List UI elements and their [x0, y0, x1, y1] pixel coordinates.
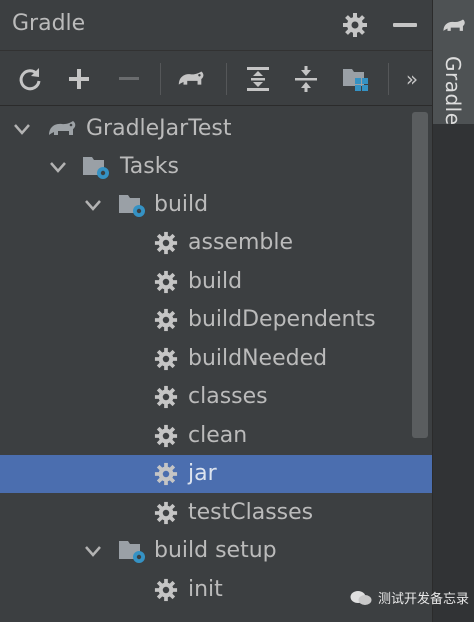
watermark: 测试开发备忘录	[350, 588, 469, 607]
folder-gear-icon	[119, 541, 145, 563]
tree-node-project[interactable]: GradleJarTest	[0, 110, 432, 148]
task-row[interactable]: assemble	[0, 224, 432, 262]
elephant-run-icon[interactable]	[176, 64, 206, 94]
tree-node-tasks[interactable]: Tasks	[0, 148, 432, 186]
elephant-icon	[49, 121, 76, 135]
task-label: clean	[188, 422, 248, 448]
minus-icon[interactable]	[114, 64, 144, 94]
gear-icon	[154, 385, 178, 409]
task-label: jar	[188, 461, 217, 486]
tasks-label: Tasks	[120, 154, 179, 179]
task-tree: GradleJarTest Tasks build assemble build…	[0, 108, 432, 622]
task-row[interactable]: classes	[0, 378, 432, 416]
watermark-text: 测试开发备忘录	[378, 592, 470, 607]
task-row[interactable]: buildNeeded	[0, 340, 432, 378]
folder-gear-icon	[119, 195, 145, 217]
gear-icon	[154, 501, 178, 524]
elephant-icon	[443, 19, 465, 31]
dependencies-icon[interactable]	[341, 64, 371, 94]
panel-header: Gradle	[0, 0, 432, 50]
project-label: GradleJarTest	[86, 116, 232, 141]
chevron-down-icon[interactable]	[83, 195, 103, 215]
task-row[interactable]: testClasses	[0, 494, 432, 532]
chevron-down-icon[interactable]	[83, 541, 103, 561]
task-label: testClasses	[188, 499, 314, 525]
tree-node-build-setup-group[interactable]: build setup	[0, 532, 432, 570]
more-icon[interactable]: »	[397, 64, 427, 94]
task-label: buildNeeded	[188, 345, 328, 371]
toolbar-separator	[388, 63, 389, 95]
task-row[interactable]: jar	[0, 455, 432, 493]
gear-icon	[154, 270, 178, 293]
task-label: buildDependents	[188, 307, 376, 332]
gear-icon[interactable]	[342, 12, 368, 38]
task-label: classes	[188, 384, 268, 409]
task-label: init	[188, 577, 223, 602]
gradle-tool-window: Gradle » GradleJarTest Tasks build assem…	[0, 0, 432, 622]
chevron-down-icon[interactable]	[12, 119, 32, 139]
task-row[interactable]: buildDependents	[0, 301, 432, 339]
wechat-icon	[350, 590, 372, 605]
task-row[interactable]: build	[0, 263, 432, 301]
build-group-label: build	[154, 192, 209, 217]
gear-icon	[154, 578, 178, 602]
gear-icon	[154, 462, 178, 486]
gradle-side-tab[interactable]: Gradle	[433, 0, 474, 126]
toolbar: »	[0, 50, 432, 106]
task-label: build	[188, 268, 243, 294]
vertical-scrollbar[interactable]	[412, 112, 428, 438]
toolbar-separator	[226, 63, 227, 95]
tree-node-build-group[interactable]: build	[0, 186, 432, 224]
reload-icon[interactable]	[15, 64, 45, 94]
gear-icon	[154, 347, 178, 370]
collapse-all-icon[interactable]	[291, 64, 321, 94]
right-tool-strip: Gradle	[432, 0, 474, 622]
build-setup-group-label: build setup	[154, 538, 277, 563]
gear-icon	[154, 308, 178, 332]
expand-all-icon[interactable]	[243, 64, 273, 94]
chevron-down-icon[interactable]	[48, 157, 68, 177]
gradle-side-label: Gradle	[441, 56, 465, 126]
gear-icon	[154, 424, 178, 447]
plus-icon[interactable]	[64, 64, 94, 94]
task-label: assemble	[188, 230, 293, 255]
task-row[interactable]: clean	[0, 417, 432, 455]
panel-title: Gradle	[12, 11, 86, 36]
gear-icon	[154, 231, 178, 255]
minimize-icon[interactable]	[393, 23, 417, 27]
folder-gear-icon	[83, 157, 109, 179]
toolbar-separator	[160, 63, 161, 95]
